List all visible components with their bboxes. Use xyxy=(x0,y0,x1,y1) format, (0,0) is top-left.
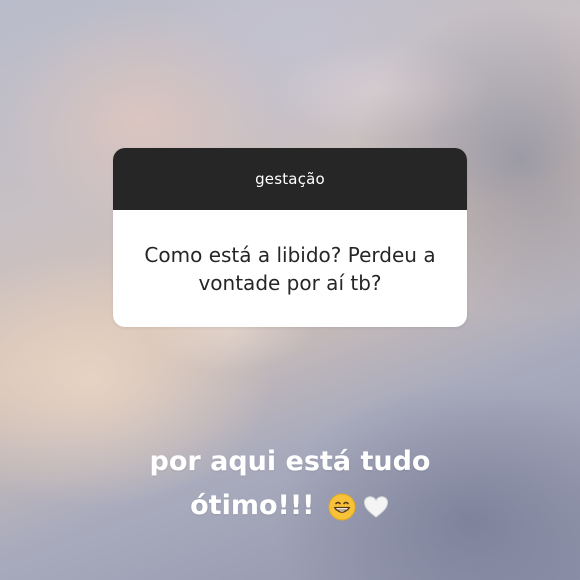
question-sticker-body: Como está a libido? Perdeu a vontade por… xyxy=(113,210,467,327)
question-sticker-header: gestação xyxy=(113,148,467,210)
story-caption-line-2-wrap: ótimo!!! xyxy=(90,484,490,528)
caption-emoji-row xyxy=(328,493,390,521)
story-caption-line-2: ótimo!!! xyxy=(190,490,315,521)
question-sticker-header-label: gestação xyxy=(255,170,325,188)
question-sticker[interactable]: gestação Como está a libido? Perdeu a vo… xyxy=(113,148,467,327)
story-caption: por aqui está tudo ótimo!!! xyxy=(90,440,490,528)
grinning-face-icon xyxy=(328,493,356,520)
white-heart-icon xyxy=(363,495,388,518)
story-caption-line-1: por aqui está tudo xyxy=(149,446,431,477)
question-sticker-text: Como está a libido? Perdeu a vontade por… xyxy=(144,242,436,295)
